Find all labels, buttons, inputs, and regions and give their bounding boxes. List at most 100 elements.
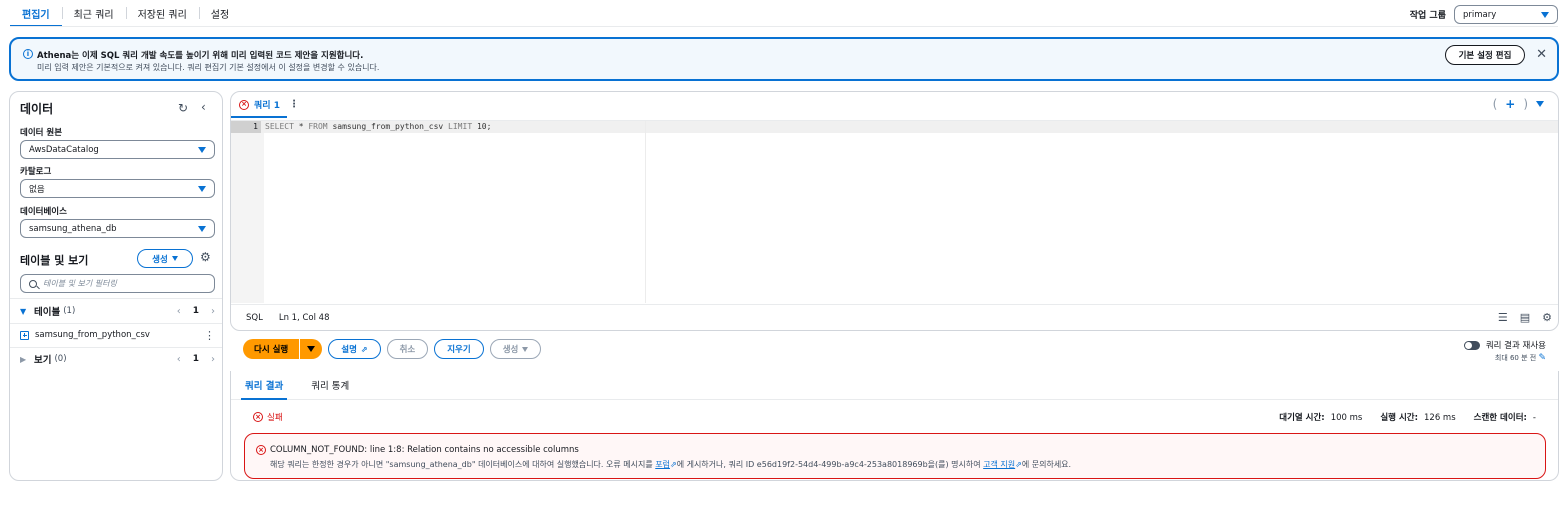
divider: [10, 298, 222, 299]
format-icon[interactable]: ☰: [1498, 311, 1508, 324]
chevron-left-icon[interactable]: ‹: [177, 354, 181, 365]
error-alert: × COLUMN_NOT_FOUND: line 1:8: Relation c…: [244, 433, 1546, 479]
run-again-split-button: 다시 실행: [243, 339, 323, 359]
query-tab-label[interactable]: 쿼리 1: [254, 98, 280, 111]
chevron-down-icon[interactable]: [1536, 101, 1544, 107]
chevron-down-icon: [198, 225, 206, 232]
more-options-icon[interactable]: ⋮: [204, 329, 215, 342]
error-message-part: 해당 쿼리는 한정한 경우가 아니면 "samsung_athena_db" 데…: [270, 460, 656, 469]
error-icon: ×: [253, 412, 263, 422]
chevron-left-icon[interactable]: ‹: [177, 306, 181, 317]
views-group[interactable]: ▶ 보기 (0) ‹ 1 ›: [20, 351, 215, 367]
query-metrics: 대기열 시간: 100 ms 실행 시간: 126 ms 스캔한 데이터: -: [1279, 411, 1536, 423]
code-editor[interactable]: 1 SELECT * FROM samsung_from_python_csv …: [231, 120, 1558, 303]
create-menu-label: 생성: [502, 345, 519, 355]
query-actions: 다시 실행 설명 ⇗ 취소 지우기 생성: [243, 339, 542, 359]
more-options-icon[interactable]: ⋮: [289, 99, 299, 110]
workgroup-label: 작업 그룹: [1409, 11, 1446, 21]
workgroup: 작업 그룹 primary: [1410, 5, 1558, 24]
search-icon: [29, 279, 37, 288]
banner-body: 미리 입력 제안은 기본적으로 켜져 있습니다. 쿼리 편집기 기본 설정에서 …: [37, 63, 380, 72]
reuse-label: 쿼리 결과 재사용: [1485, 341, 1546, 351]
tab-query-stats[interactable]: 쿼리 통계: [297, 371, 363, 399]
workgroup-value: primary: [1463, 9, 1497, 20]
caret-down-icon[interactable]: ▼: [20, 307, 34, 316]
pencil-icon[interactable]: ✎: [1538, 353, 1546, 363]
tables-label: 테이블: [34, 307, 61, 318]
create-button[interactable]: 생성: [137, 249, 193, 268]
table-filter-input[interactable]: 테이블 및 보기 필터링: [20, 274, 215, 293]
chevron-down-icon: [171, 256, 178, 261]
explain-button[interactable]: 설명 ⇗: [328, 339, 381, 359]
divider: [10, 347, 222, 348]
database-value: samsung_athena_db: [29, 223, 117, 234]
status-text: 실패: [267, 413, 283, 423]
query-editor: × 쿼리 1 ⋮ ( + ) 1 SELECT * FROM samsung_f…: [230, 91, 1559, 331]
tab-settings[interactable]: 설정: [198, 0, 241, 26]
run-dropdown-button[interactable]: [300, 339, 323, 359]
shortcuts-icon[interactable]: ▤: [1520, 311, 1530, 324]
views-page-number[interactable]: 1: [193, 354, 199, 364]
datasource-select[interactable]: AwsDataCatalog: [20, 140, 215, 159]
tables-group[interactable]: ▼ 테이블 (1) ‹ 1 ›: [20, 303, 215, 319]
chevron-right-icon[interactable]: ›: [211, 306, 215, 317]
external-link-icon: ⇗: [1015, 460, 1022, 469]
tables-pager: ‹ 1 ›: [177, 306, 215, 317]
database-select[interactable]: samsung_athena_db: [20, 219, 215, 238]
external-link-icon: ⇗: [360, 344, 368, 354]
error-icon: ×: [256, 445, 266, 455]
collapse-icon[interactable]: ‹: [201, 100, 206, 114]
line-gutter: [231, 121, 264, 303]
cancel-button[interactable]: 취소: [386, 339, 429, 359]
workgroup-select[interactable]: primary: [1454, 5, 1558, 24]
edit-preferences-button[interactable]: 기본 설정 편집: [1445, 45, 1525, 65]
status-language: SQL: [246, 313, 263, 323]
close-icon[interactable]: ✕: [1536, 47, 1547, 62]
error-icon: ×: [239, 99, 249, 110]
toggle-switch[interactable]: [1463, 340, 1480, 350]
query-tab[interactable]: × 쿼리 1 ⋮: [239, 98, 299, 111]
run-time-value: 126 ms: [1424, 413, 1456, 423]
filter-placeholder: 테이블 및 보기 필터링: [43, 279, 117, 288]
code-star: *: [293, 122, 309, 131]
code-line[interactable]: SELECT * FROM samsung_from_python_csv LI…: [265, 121, 491, 133]
reuse-age: 최대 60 분 전 ✎: [1495, 353, 1546, 363]
tables-page-number[interactable]: 1: [193, 306, 199, 316]
info-banner: i Athena는 이제 SQL 쿼리 개발 속도를 높이기 위해 미리 입력된…: [9, 37, 1559, 81]
error-message: 해당 쿼리는 한정한 경우가 아니면 "samsung_athena_db" 데…: [270, 459, 1071, 470]
catalog-select[interactable]: 없음: [20, 179, 215, 198]
gear-icon[interactable]: ⚙: [200, 250, 211, 264]
support-link[interactable]: 고객 지원: [983, 460, 1015, 469]
external-link-icon: ⇗: [669, 460, 677, 469]
clear-button[interactable]: 지우기: [434, 339, 484, 359]
refresh-icon[interactable]: ↻: [178, 101, 188, 115]
table-icon[interactable]: [20, 330, 29, 340]
results-panel: 쿼리 결과 쿼리 통계 × 실패 대기열 시간: 100 ms 실행 시간: 126…: [230, 371, 1559, 481]
run-again-button[interactable]: 다시 실행: [243, 339, 301, 359]
editor-toolbar: ☰ ▤ ⚙: [1498, 311, 1552, 324]
table-item[interactable]: samsung_from_python_csv ⋮: [20, 328, 215, 342]
top-tabs: 편집기 최근 쿼리 저장된 쿼리 설정: [10, 0, 241, 27]
keyword-limit: LIMIT: [448, 122, 473, 131]
tab-editor[interactable]: 편집기: [10, 0, 62, 27]
run-time-label: 실행 시간:: [1380, 413, 1418, 423]
views-pager: ‹ 1 ›: [177, 354, 215, 365]
tab-recent-queries[interactable]: 최근 쿼리: [61, 0, 126, 26]
reuse-age-text: 최대 60 분 전: [1494, 354, 1537, 362]
tab-query-results[interactable]: 쿼리 결과: [231, 371, 297, 400]
table-item-name[interactable]: samsung_from_python_csv: [35, 330, 150, 340]
views-count: (0): [54, 354, 67, 364]
create-menu-button[interactable]: 생성: [489, 339, 542, 359]
forum-link[interactable]: 포럼: [655, 460, 670, 469]
reuse-results-toggle[interactable]: 쿼리 결과 재사용: [1463, 339, 1546, 351]
error-message-part: 에 게시하거나, 쿼리 ID e56d19f2-54d4-499b-a9c4-2…: [676, 460, 984, 469]
queue-time-label: 대기열 시간:: [1279, 413, 1325, 423]
error-title: COLUMN_NOT_FOUND: line 1:8: Relation con…: [270, 445, 579, 455]
gear-icon[interactable]: ⚙: [1542, 311, 1552, 324]
add-tab-icon[interactable]: +: [1505, 97, 1515, 111]
caret-right-icon[interactable]: ▶: [20, 355, 34, 364]
tab-saved-queries[interactable]: 저장된 쿼리: [125, 0, 199, 26]
data-panel: 데이터 ↻ ‹ 데이터 원본 AwsDataCatalog 카탈로그 없음 데이…: [9, 91, 223, 481]
chevron-right-icon[interactable]: ›: [211, 354, 215, 365]
tables-views-title: 테이블 및 보기: [20, 254, 89, 267]
